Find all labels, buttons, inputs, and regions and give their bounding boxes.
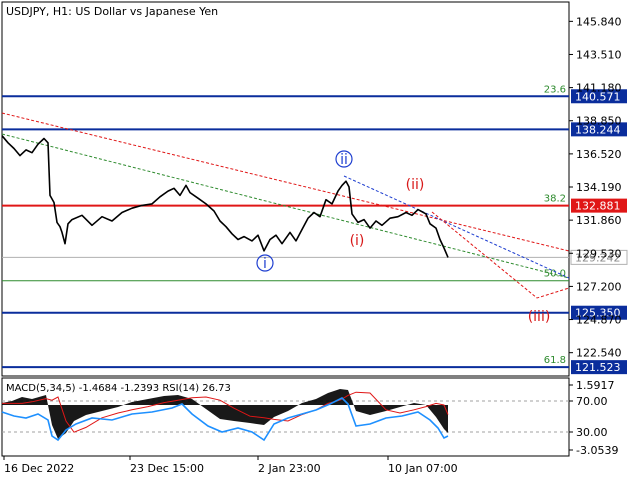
indicator-tick-label: 1.5917 bbox=[576, 379, 615, 392]
red-trendline[interactable] bbox=[1, 112, 570, 252]
projected-wave-path[interactable] bbox=[431, 211, 570, 299]
wave-label: ii bbox=[340, 152, 348, 168]
indicator-label: MACD(5,34,5) -1.4684 -1.2393 RSI(14) 26.… bbox=[6, 383, 231, 394]
price-level-tag-label: 121.523 bbox=[575, 361, 621, 374]
y-tick-label: 138.850 bbox=[576, 115, 622, 128]
y-tick-label: 136.520 bbox=[576, 148, 622, 161]
indicator-tick-label: 70.00 bbox=[576, 395, 608, 408]
main-chart-frame bbox=[1, 1, 570, 377]
y-tick-label: 122.540 bbox=[576, 347, 622, 360]
fib-level-label: 38.2 bbox=[544, 194, 566, 205]
y-tick-label: 131.860 bbox=[576, 214, 622, 227]
indicator-tick-label: -3.0539 bbox=[576, 444, 618, 457]
wave-label: (i) bbox=[350, 233, 365, 249]
x-tick-label: 2 Jan 23:00 bbox=[258, 462, 321, 475]
x-tick-label: 10 Jan 07:00 bbox=[388, 462, 458, 475]
y-tick-label: 127.200 bbox=[576, 280, 622, 293]
x-tick-label: 23 Dec 15:00 bbox=[130, 462, 204, 475]
y-tick-label: 141.180 bbox=[576, 82, 622, 95]
wave-label: i bbox=[263, 256, 267, 272]
y-tick-label: 145.840 bbox=[576, 15, 622, 28]
fib-level-label: 61.8 bbox=[544, 355, 566, 366]
y-tick-label: 143.510 bbox=[576, 48, 622, 61]
wave-label: (ii) bbox=[406, 177, 425, 193]
price-line[interactable] bbox=[1, 135, 449, 258]
x-tick-label: 16 Dec 2022 bbox=[4, 462, 74, 475]
blue-trendline[interactable] bbox=[343, 175, 570, 279]
chart-title: USDJPY, H1: US Dollar vs Japanese Yen bbox=[6, 5, 218, 18]
y-tick-label: 129.530 bbox=[576, 247, 622, 260]
y-tick-label: 134.190 bbox=[576, 181, 622, 194]
indicator-tick-label: 30.00 bbox=[576, 426, 608, 439]
wave-label: (iii) bbox=[528, 309, 551, 325]
y-tick-label: 124.870 bbox=[576, 314, 622, 327]
price-chart[interactable]: 23.6140.571138.24438.2132.881129.24250.0… bbox=[0, 0, 640, 480]
price-level-tag-label: 132.881 bbox=[575, 200, 621, 213]
fib-level-label: 23.6 bbox=[544, 84, 566, 95]
